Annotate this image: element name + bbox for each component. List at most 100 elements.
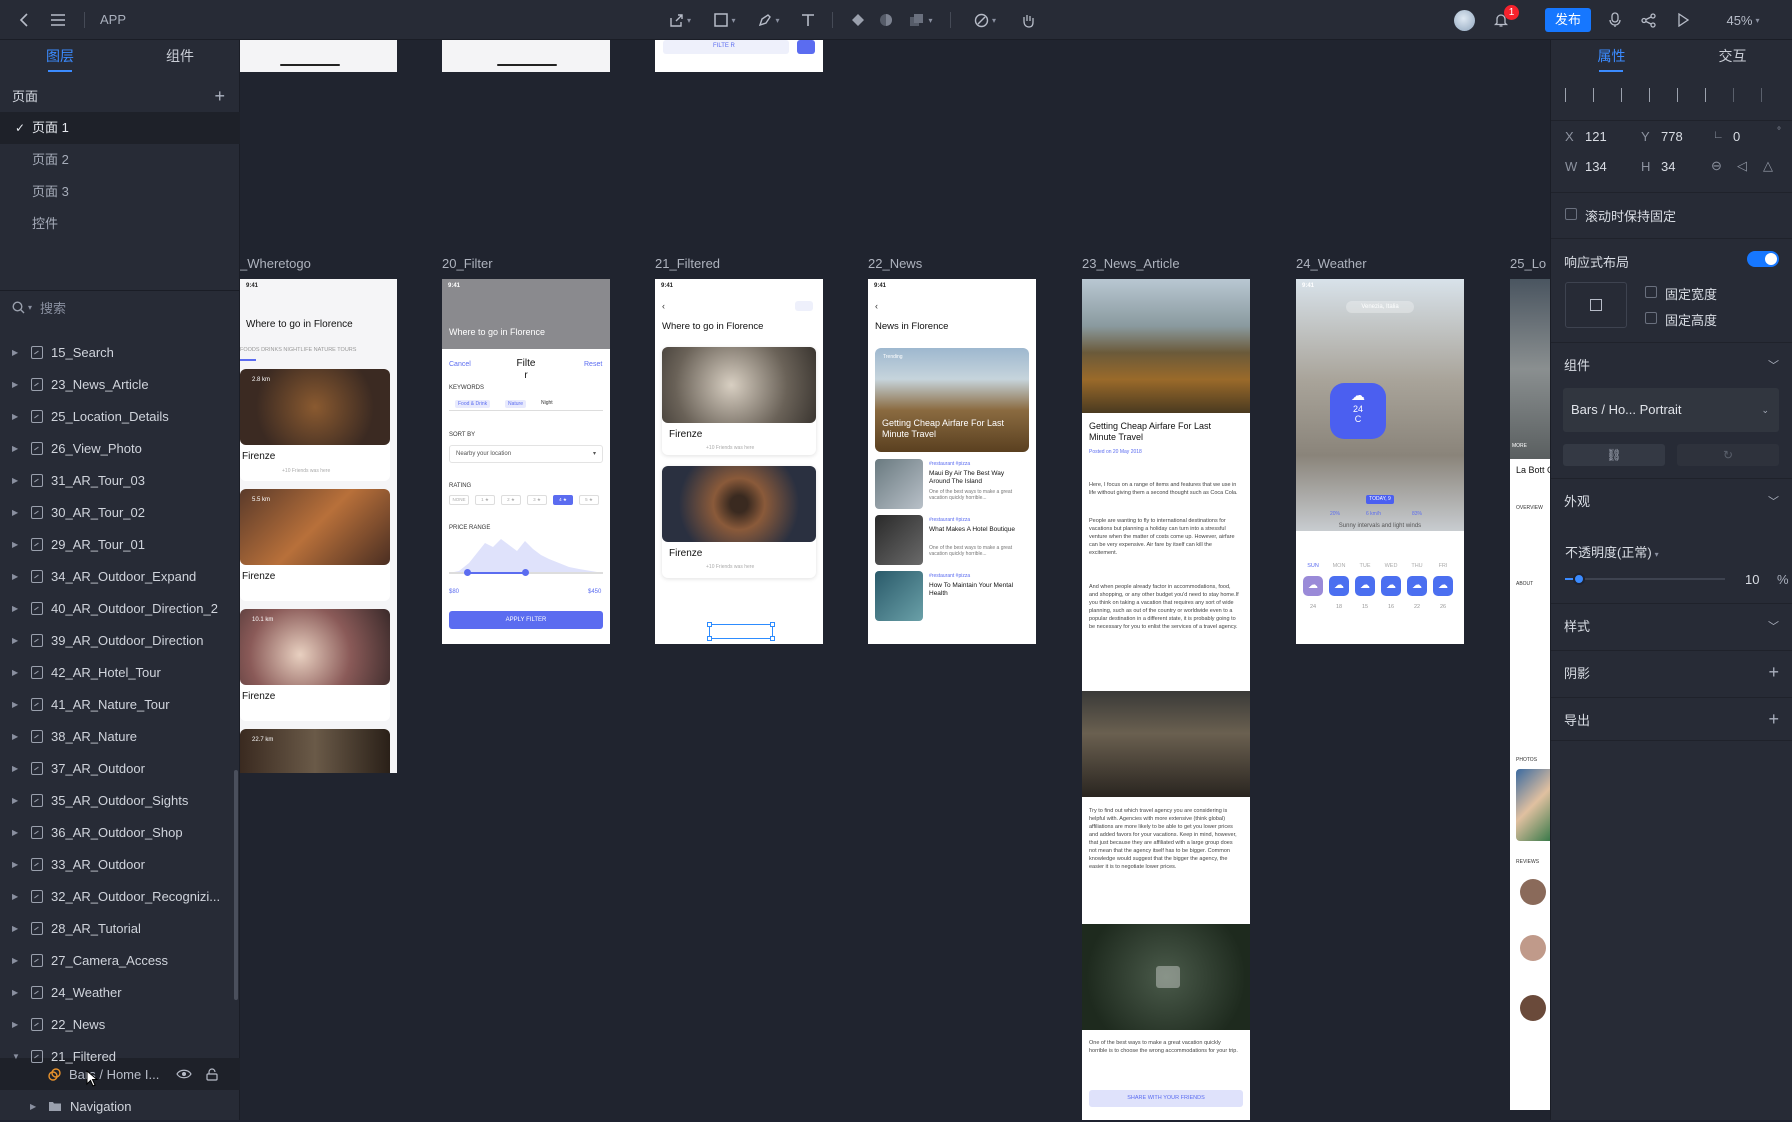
resize-handle[interactable] [707,622,712,627]
sort-select[interactable]: Nearby your location ▾ [449,445,603,463]
layer-item[interactable]: ▶ 27_Camera_Access [0,944,240,976]
artboard-partial-top-1[interactable] [240,40,397,72]
layer-item[interactable]: ▶ 23_News_Article [0,368,240,400]
chevron-right-icon[interactable]: ▶ [12,924,22,933]
tab-components[interactable]: 组件 [120,40,240,72]
forecast-cloud-icon[interactable]: ☁ [1355,576,1375,596]
place-card[interactable]: Firenze 5.5 km [240,489,390,601]
chevron-right-icon[interactable]: ▶ [12,860,22,869]
keyword-input[interactable]: Food & Drink Nature Night [449,397,603,411]
align-bottom-icon[interactable] [1705,88,1719,102]
detach-component-button[interactable]: ⛓ [1563,444,1665,466]
chevron-right-icon[interactable]: ▶ [12,764,22,773]
selection-box[interactable] [707,622,775,641]
chevron-right-icon[interactable]: ▶ [12,412,22,421]
hand-tool-icon[interactable] [1016,0,1040,40]
chevron-right-icon[interactable]: ▶ [12,476,22,485]
avatar[interactable] [1454,10,1475,31]
design-canvas[interactable]: FILTE R _Wheretogo 20_Filter 21_Filtered… [240,40,1550,1120]
distribute-v-icon[interactable] [1761,88,1775,102]
tab-layers[interactable]: 图层 [0,40,120,72]
news-item[interactable]: #restaurant #pizza Maui By Air The Best W… [875,459,1029,509]
artboard-label[interactable]: 25_Lo [1510,256,1546,271]
layer-item[interactable]: ▶ 36_AR_Outdoor_Shop [0,816,240,848]
layer-item[interactable]: ▶ 26_View_Photo [0,432,240,464]
rating-option[interactable]: NONE [449,495,469,505]
artboard-filter[interactable]: 9:41 Where to go in Florence Cancel Filt… [442,279,610,644]
back-arrow-icon[interactable]: ‹ [662,301,665,311]
chevron-right-icon[interactable]: ▶ [12,828,22,837]
artboard-weather[interactable]: 9:41 Venezia, Italia ☁ 24 C TODAY, 9 20%… [1296,279,1464,644]
rating-option[interactable]: 3 ★ [527,495,547,505]
layer-item[interactable]: ▶ 37_AR_Outdoor [0,752,240,784]
news-item[interactable]: #restaurant #pizza How To Maintain Your M… [875,571,1029,621]
y-field[interactable]: 778 [1661,129,1683,144]
artboard-news-article[interactable]: Getting Cheap Airfare For Last Minute Tr… [1082,279,1250,1120]
style-section[interactable]: 样式 ﹀ [1551,603,1792,647]
opacity-value[interactable]: 10 [1745,572,1759,587]
back-arrow-icon[interactable]: ‹ [875,301,878,311]
shadow-section[interactable]: 阴影 + [1551,650,1792,694]
chevron-right-icon[interactable]: ▶ [12,444,22,453]
layer-item[interactable]: ▶ 24_Weather [0,976,240,1008]
photo-thumbnail[interactable] [1516,769,1550,841]
layer-item[interactable]: ▶ 31_AR_Tour_03 [0,464,240,496]
artboard-wheretogo[interactable]: 9:41 Where to go in Florence FOODS DRINK… [240,279,397,773]
layer-search[interactable]: ▾ 搜索 [0,290,240,324]
flip-horizontal-icon[interactable]: ◁ [1737,158,1747,174]
reset-component-button[interactable]: ↻ [1677,444,1779,466]
play-icon[interactable] [1672,0,1694,40]
layer-item[interactable]: ▶ 41_AR_Nature_Tour [0,688,240,720]
chevron-right-icon[interactable]: ▶ [12,668,22,677]
rating-option[interactable]: 5 ★ [579,495,599,505]
add-icon[interactable]: + [1768,709,1779,730]
place-card[interactable]: Firenze 10.1 km [240,609,390,721]
layer-item[interactable]: ▶ 38_AR_Nature [0,720,240,752]
layer-item[interactable]: ▶ 33_AR_Outdoor [0,848,240,880]
artboard-label[interactable]: 20_Filter [442,256,493,271]
place-card[interactable]: Firenze +10 Friends was here [662,347,816,455]
fixed-on-scroll-checkbox[interactable] [1565,208,1577,220]
rating-option[interactable]: 4 ★ [553,495,573,505]
chevron-right-icon[interactable]: ▶ [12,956,22,965]
artboard-partial-top-3[interactable]: FILTE R [655,40,823,72]
component-icon[interactable] [846,0,870,40]
resize-handle[interactable] [707,636,712,641]
share-icon[interactable] [1637,0,1659,40]
layer-item[interactable]: ▶ 28_AR_Tutorial [0,912,240,944]
artboard-filtered[interactable]: 9:41 ‹ Where to go in Florence Firenze +… [655,279,823,644]
chevron-right-icon[interactable]: ▶ [12,892,22,901]
price-max-handle[interactable] [522,569,529,576]
chevron-right-icon[interactable]: ▶ [12,540,22,549]
menu-icon[interactable] [48,0,68,40]
page-item-3[interactable]: 页面 3 [0,176,240,208]
rotation-field[interactable]: 0 [1733,129,1740,144]
boolean-icon[interactable]: ▾ [904,0,938,40]
apply-filter-button[interactable]: APPLY FILTER [449,611,603,629]
cancel-button[interactable]: Cancel [449,361,471,368]
layer-item[interactable]: ▶ 25_Location_Details [0,400,240,432]
forecast-cloud-icon[interactable]: ☁ [1381,576,1401,596]
artboard-label[interactable]: 22_News [868,256,922,271]
align-center-h-icon[interactable] [1593,88,1607,102]
location-pill[interactable]: Venezia, Italia [1346,301,1414,313]
opacity-slider-handle[interactable] [1573,573,1585,585]
flip-vertical-icon[interactable]: △ [1763,158,1773,174]
align-top-icon[interactable] [1649,88,1663,102]
chevron-right-icon[interactable]: ▶ [12,636,22,645]
layer-item[interactable]: ▶ 30_AR_Tour_02 [0,496,240,528]
export-section[interactable]: 导出 + [1551,697,1792,741]
page-item-controls[interactable]: 控件 [0,208,240,240]
share-button[interactable]: SHARE WITH YOUR FRIENDS [1089,1090,1243,1107]
resize-handle[interactable] [770,636,775,641]
resize-handle[interactable] [770,622,775,627]
chevron-right-icon[interactable]: ▶ [12,1020,22,1029]
layer-item[interactable]: ▶ 35_AR_Outdoor_Sights [0,784,240,816]
fixed-height-checkbox[interactable] [1645,312,1657,324]
align-middle-icon[interactable] [1677,88,1691,102]
chevron-right-icon[interactable]: ▶ [12,348,22,357]
layer-item[interactable]: ▶ 29_AR_Tour_01 [0,528,240,560]
forecast-cloud-icon[interactable]: ☁ [1433,576,1453,596]
rating-option[interactable]: 1 ★ [475,495,495,505]
play-icon[interactable] [1156,966,1180,988]
